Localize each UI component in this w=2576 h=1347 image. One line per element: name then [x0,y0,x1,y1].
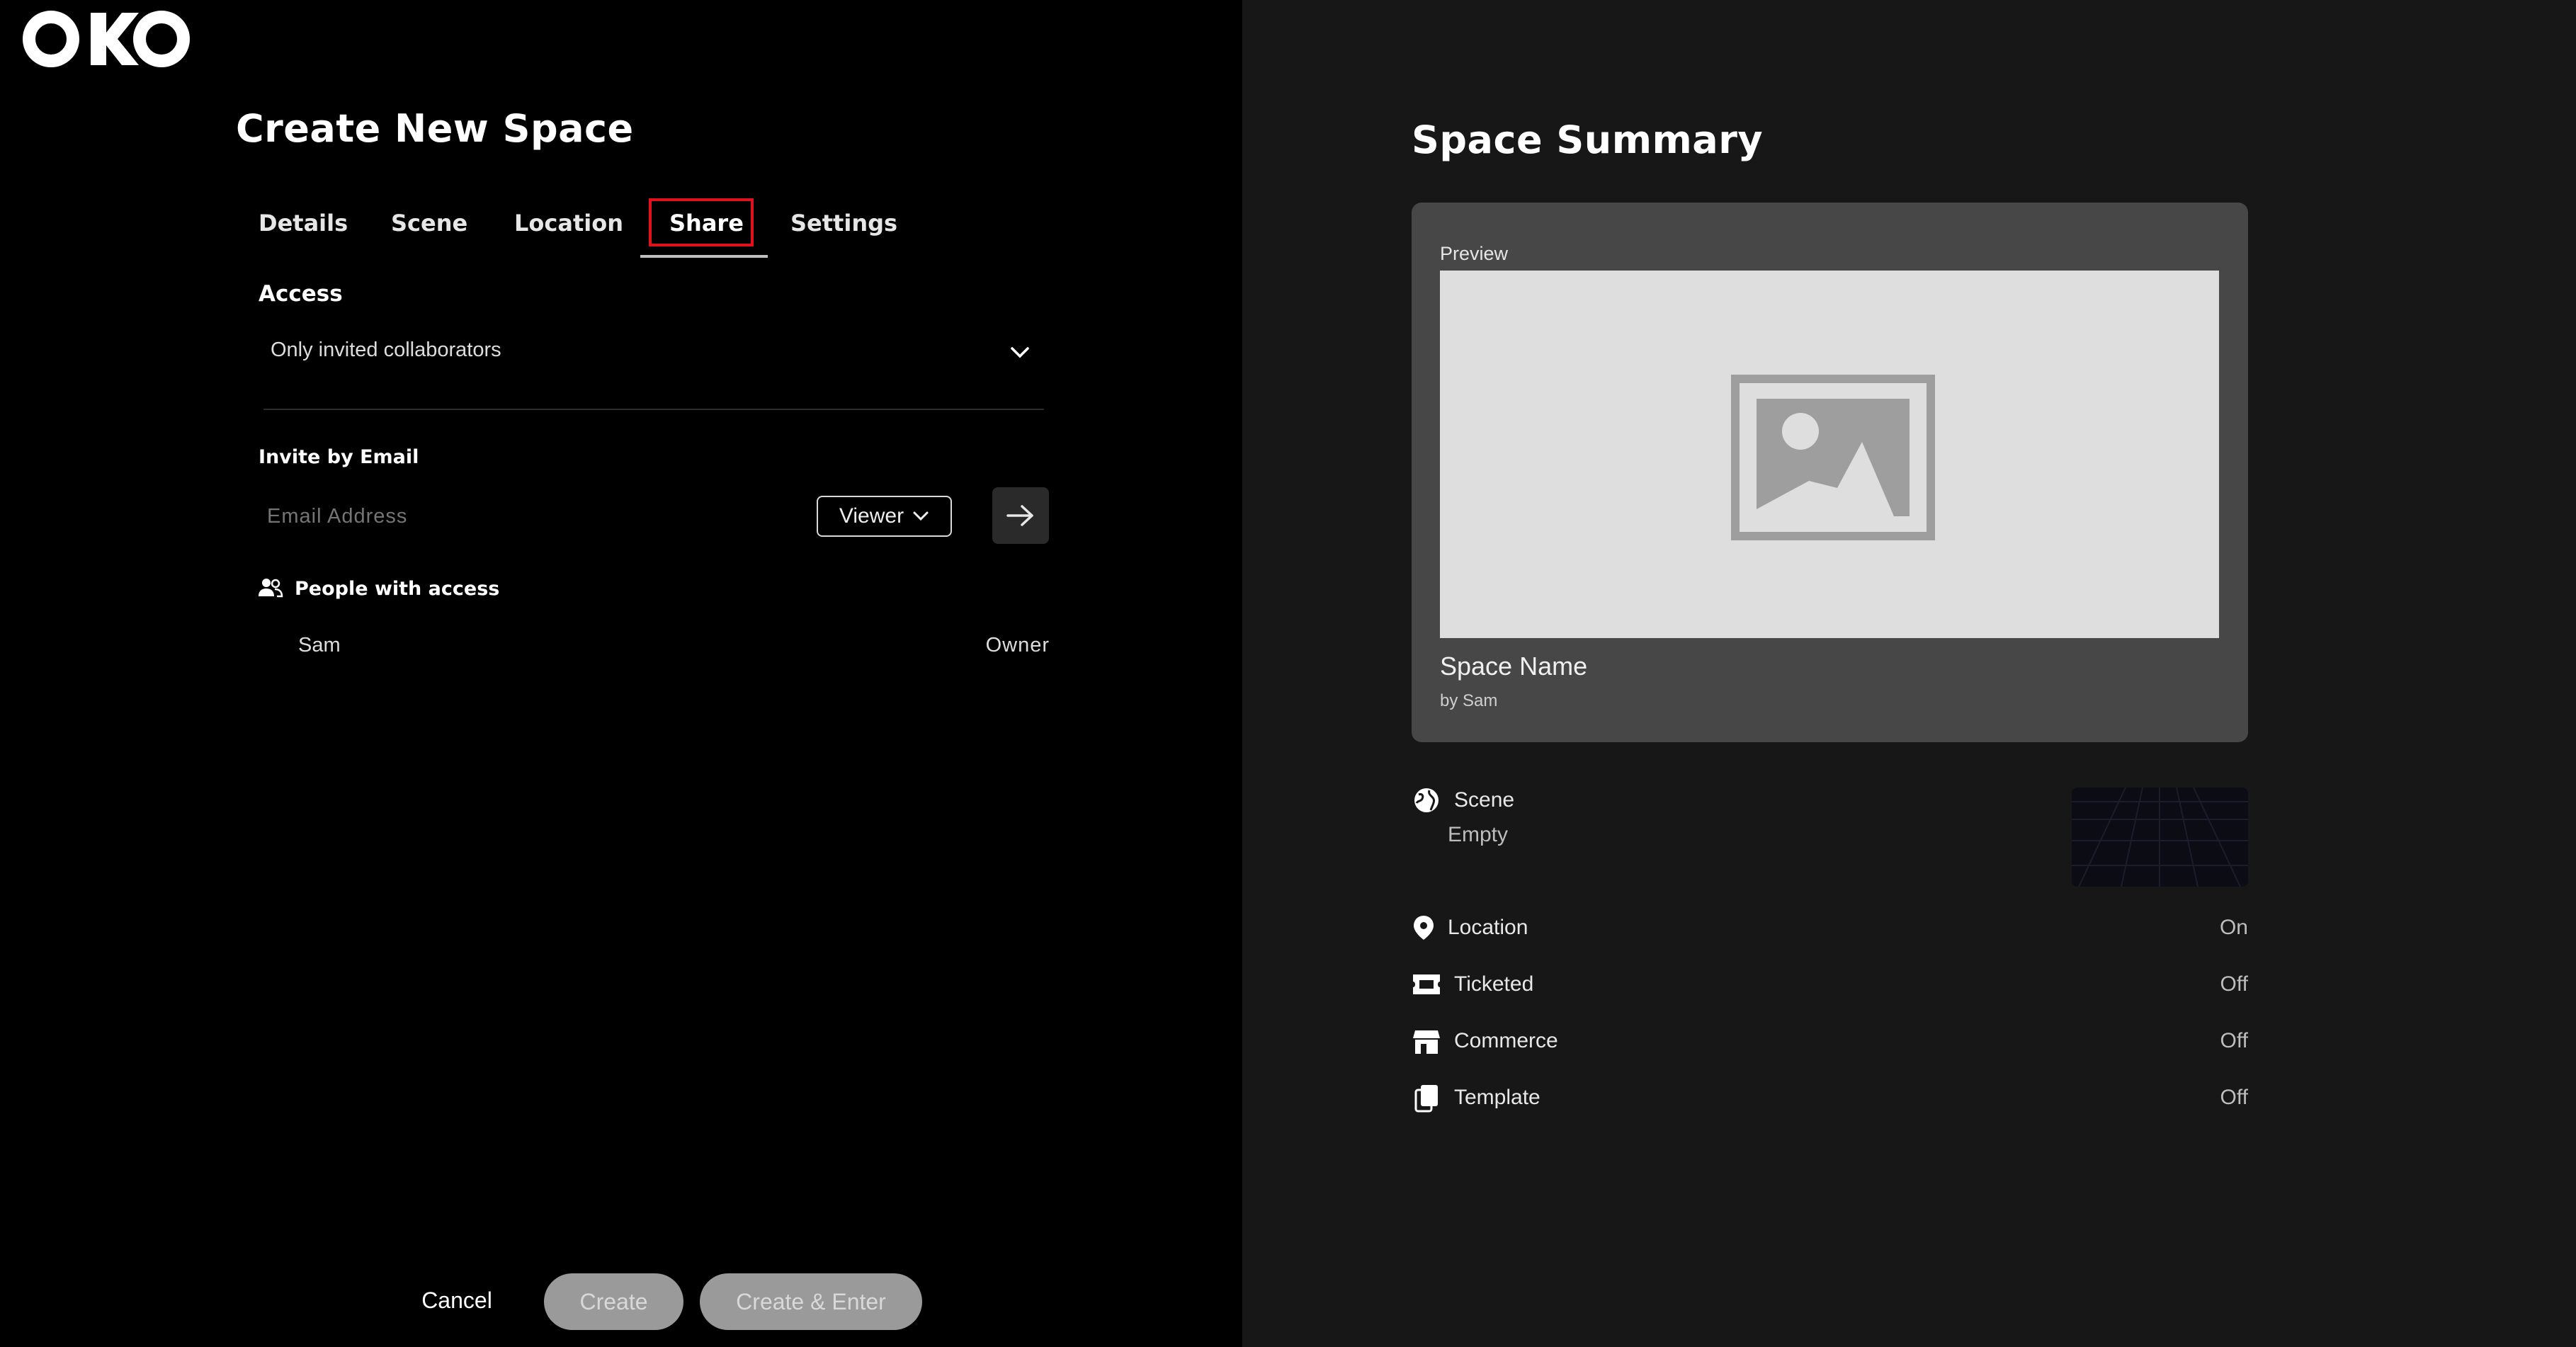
chevron-down-icon [912,511,929,522]
create-space-panel: Create New Space Details Scene Location … [0,0,1242,1347]
ticketed-label: Ticketed [1454,972,1534,996]
role-selected-value: Viewer [839,504,904,528]
location-label: Location [1448,916,1528,939]
create-button[interactable]: Create [544,1273,683,1330]
scene-value: Empty [1448,823,1509,846]
access-label: Access [259,281,343,307]
copy-icon [1413,1084,1440,1113]
active-tab-underline [640,255,768,258]
chevron-down-icon [1007,340,1033,365]
ticketed-value: Off [2220,972,2248,996]
template-value: Off [2220,1086,2248,1109]
location-pin-icon [1411,914,1436,942]
tab-settings[interactable]: Settings [790,210,897,237]
scene-thumbnail[interactable] [2072,788,2248,887]
preview-label: Preview [1440,243,1509,264]
create-and-enter-button[interactable]: Create & Enter [700,1273,922,1330]
tab-location[interactable]: Location [514,210,623,237]
preview-image [1440,271,2219,638]
store-icon [1412,1028,1441,1055]
space-name: Space Name [1440,652,1588,681]
template-label: Template [1454,1086,1541,1109]
tab-details[interactable]: Details [259,210,348,237]
collaborator-name: Sam [298,634,341,657]
scene-label: Scene [1454,788,1515,812]
tab-scene[interactable]: Scene [391,210,467,237]
access-divider [263,409,1044,410]
collaborator-role: Owner [985,634,1050,657]
oko-logo[interactable] [23,7,190,71]
commerce-value: Off [2220,1029,2248,1052]
email-field[interactable] [266,496,793,537]
location-value: On [2219,916,2248,939]
role-select[interactable]: Viewer [817,496,952,537]
image-placeholder-icon [1731,375,1935,540]
access-selected-value: Only invited collaborators [271,339,501,361]
commerce-label: Commerce [1454,1029,1558,1052]
page-title: Create New Space [236,106,634,151]
arrow-right-icon [1005,503,1036,528]
invite-label: Invite by Email [259,446,419,468]
cancel-button[interactable]: Cancel [405,1273,509,1327]
tab-share[interactable]: Share [669,210,744,237]
people-icon [258,576,283,599]
space-author: by Sam [1440,691,1498,710]
ticket-icon [1412,972,1441,997]
people-with-access-label: People with access [295,578,500,600]
globe-icon [1412,786,1441,814]
summary-title: Space Summary [1412,118,1764,162]
access-dropdown[interactable]: Only invited collaborators [263,333,1044,373]
list-item: Sam Owner [263,627,1050,666]
send-invite-button[interactable] [992,487,1049,544]
